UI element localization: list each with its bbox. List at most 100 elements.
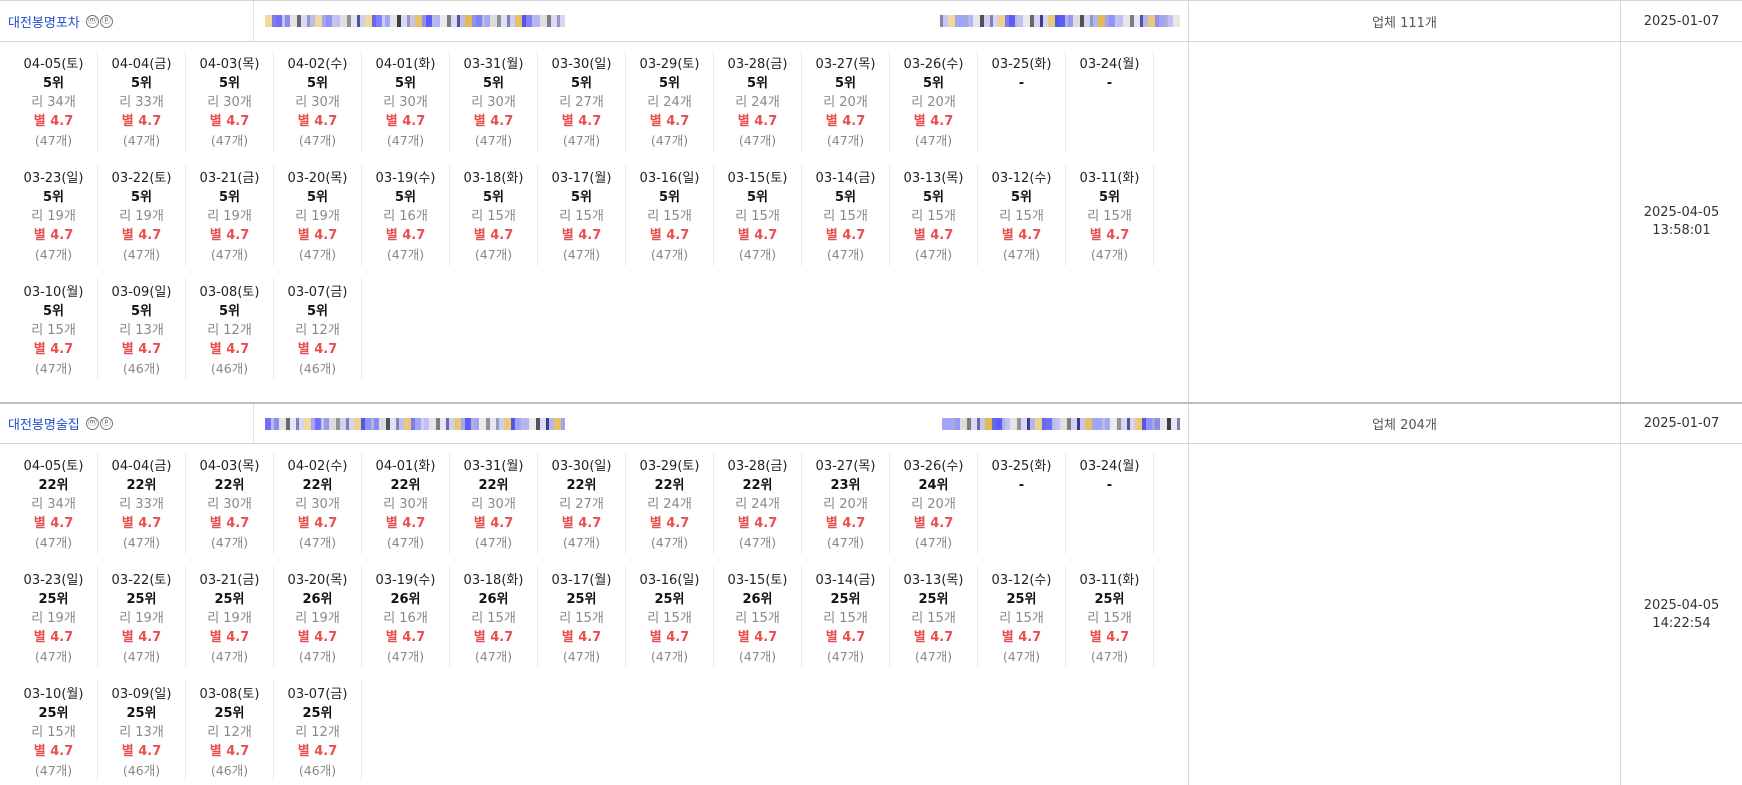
day-count: (47개) bbox=[1090, 649, 1129, 664]
day-reviews: 리 15개 bbox=[31, 323, 76, 338]
pc-p-icon[interactable]: ⓟ bbox=[99, 14, 113, 28]
redaction-pixel bbox=[515, 15, 522, 27]
day-card: 04-05(토) 5위 리 34개 별 4.7 (47개) bbox=[10, 50, 98, 152]
mobile-m-icon[interactable]: ⓜ bbox=[85, 14, 99, 28]
day-card: 03-09(일) 25위 리 13개 별 4.7 (46개) bbox=[98, 680, 186, 782]
day-count: (47개) bbox=[34, 535, 73, 550]
day-date: 04-02(수) bbox=[287, 57, 348, 72]
day-date: 03-20(목) bbox=[287, 171, 348, 186]
day-date: 03-20(목) bbox=[287, 573, 348, 588]
day-rank: 22위 bbox=[742, 478, 773, 493]
day-star: 별 4.7 bbox=[33, 342, 74, 357]
day-count: (47개) bbox=[562, 247, 601, 262]
keyword-link[interactable]: 대전봉명술집 bbox=[8, 414, 80, 433]
day-rank: 25위 bbox=[566, 592, 597, 607]
keyword-icons: ⓜ ⓟ bbox=[85, 14, 113, 28]
day-rank: 5위 bbox=[570, 190, 592, 205]
day-reviews: 리 15개 bbox=[471, 611, 516, 626]
day-rank: 5위 bbox=[922, 76, 944, 91]
day-date: 03-29(토) bbox=[639, 57, 700, 72]
day-date: 03-11(화) bbox=[1079, 171, 1140, 186]
day-card: 03-13(목) 25위 리 15개 별 4.7 (47개) bbox=[890, 566, 978, 668]
day-rank: 26위 bbox=[478, 592, 509, 607]
mobile-m-icon[interactable]: ⓜ bbox=[85, 417, 99, 430]
day-card: 03-08(토) 5위 리 12개 별 4.7 (46개) bbox=[186, 278, 274, 380]
redaction-pixel bbox=[529, 417, 536, 430]
redaction-pixel bbox=[440, 15, 447, 27]
day-reviews: 리 27개 bbox=[559, 497, 604, 512]
day-count: (47개) bbox=[34, 247, 73, 262]
day-date: 03-24(월) bbox=[1079, 57, 1140, 72]
day-card: 03-15(토) 5위 리 15개 별 4.7 (47개) bbox=[714, 164, 802, 266]
day-date: 04-05(토) bbox=[23, 459, 84, 474]
redaction-pixel bbox=[429, 417, 436, 430]
redaction-pixel bbox=[315, 15, 322, 27]
day-card: 03-30(일) 22위 리 27개 별 4.7 (47개) bbox=[538, 452, 626, 554]
updated-date: 2025-04-05 bbox=[1643, 597, 1720, 613]
day-card: 03-24(월) - bbox=[1066, 452, 1154, 554]
day-reviews: 리 30개 bbox=[471, 497, 516, 512]
redaction-pixel bbox=[1060, 417, 1067, 430]
day-reviews: 리 19개 bbox=[31, 611, 76, 626]
redaction-pixel bbox=[465, 15, 472, 27]
day-reviews: 리 24개 bbox=[647, 95, 692, 110]
day-card: 04-01(화) 22위 리 30개 별 4.7 (47개) bbox=[362, 452, 450, 554]
day-card: 03-08(토) 25위 리 12개 별 4.7 (46개) bbox=[186, 680, 274, 782]
pc-p-icon[interactable]: ⓟ bbox=[99, 417, 113, 430]
day-card: 04-01(화) 5위 리 30개 별 4.7 (47개) bbox=[362, 50, 450, 152]
day-rank: - bbox=[1106, 76, 1113, 91]
day-date: 03-26(수) bbox=[903, 57, 964, 72]
redaction-pixel bbox=[1098, 15, 1105, 27]
day-date: 03-15(토) bbox=[727, 171, 788, 186]
day-star: 별 4.7 bbox=[33, 744, 74, 759]
day-star: 별 4.7 bbox=[33, 228, 74, 243]
day-date: 03-28(금) bbox=[727, 459, 788, 474]
day-star: 별 4.7 bbox=[737, 228, 778, 243]
day-card: 03-28(금) 22위 리 24개 별 4.7 (47개) bbox=[714, 452, 802, 554]
day-count: (47개) bbox=[474, 649, 513, 664]
day-rank: 5위 bbox=[1010, 190, 1032, 205]
day-date: 04-01(화) bbox=[375, 459, 436, 474]
day-date: 03-13(목) bbox=[903, 171, 964, 186]
day-card: 03-07(금) 25위 리 12개 별 4.7 (46개) bbox=[274, 680, 362, 782]
redacted-name-strip bbox=[265, 417, 565, 430]
keyword-link[interactable]: 대전봉명포차 bbox=[8, 12, 80, 31]
day-date: 03-11(화) bbox=[1079, 573, 1140, 588]
day-count: (47개) bbox=[738, 649, 777, 664]
day-rank: 5위 bbox=[482, 76, 504, 91]
daily-history-grid: 04-05(토) 22위 리 34개 별 4.7 (47개) 04-04(금) 22위 리 3… bbox=[10, 452, 1170, 782]
day-rank: 22위 bbox=[126, 478, 157, 493]
day-reviews: 리 13개 bbox=[119, 725, 164, 740]
redaction-pixel bbox=[379, 417, 386, 430]
day-rank: 24위 bbox=[918, 478, 949, 493]
day-reviews: 리 16개 bbox=[383, 209, 428, 224]
day-star: 별 4.7 bbox=[825, 630, 866, 645]
day-reviews: 리 30개 bbox=[207, 497, 252, 512]
day-star: 별 4.7 bbox=[649, 114, 690, 129]
day-rank: 5위 bbox=[306, 190, 328, 205]
day-reviews: 리 15개 bbox=[823, 209, 868, 224]
day-rank: 22위 bbox=[302, 478, 333, 493]
day-rank: 25위 bbox=[38, 706, 69, 721]
redaction-pixel bbox=[1177, 417, 1180, 430]
day-date: 03-07(금) bbox=[287, 687, 348, 702]
day-reviews: 리 20개 bbox=[823, 95, 868, 110]
day-card: 03-25(화) - bbox=[978, 452, 1066, 554]
day-rank: 5위 bbox=[834, 190, 856, 205]
day-star: 별 4.7 bbox=[121, 744, 162, 759]
day-rank: 22위 bbox=[566, 478, 597, 493]
day-rank: 26위 bbox=[742, 592, 773, 607]
day-card: 03-12(수) 25위 리 15개 별 4.7 (47개) bbox=[978, 566, 1066, 668]
day-star: 별 4.7 bbox=[385, 630, 426, 645]
day-rank: - bbox=[1106, 478, 1113, 493]
day-reviews: 리 30개 bbox=[471, 95, 516, 110]
day-star: 별 4.7 bbox=[561, 114, 602, 129]
day-card: 03-24(월) - bbox=[1066, 50, 1154, 152]
redaction-pixel bbox=[290, 15, 297, 27]
day-count: (47개) bbox=[474, 247, 513, 262]
day-card: 03-25(화) - bbox=[978, 50, 1066, 152]
day-card: 03-29(토) 22위 리 24개 별 4.7 (47개) bbox=[626, 452, 714, 554]
day-star: 별 4.7 bbox=[913, 114, 954, 129]
day-card: 03-23(일) 25위 리 19개 별 4.7 (47개) bbox=[10, 566, 98, 668]
day-date: 03-30(일) bbox=[551, 459, 612, 474]
